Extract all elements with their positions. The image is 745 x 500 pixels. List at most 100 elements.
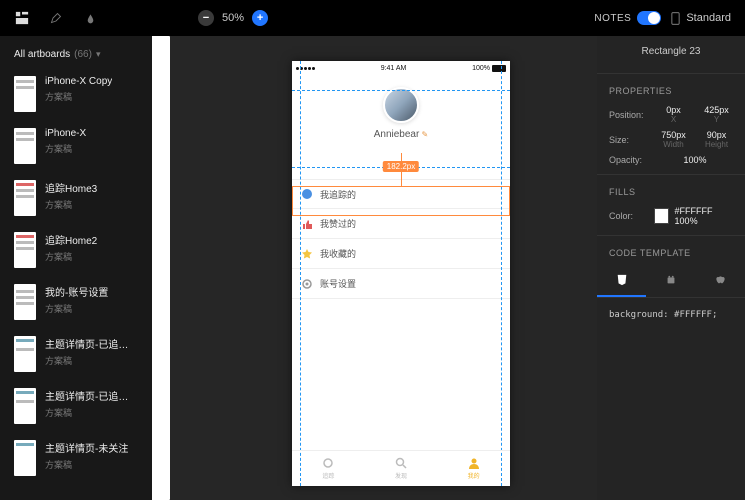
- measure-badge: 182.2px: [383, 161, 419, 172]
- artboard-subtitle: 方案稿: [45, 142, 86, 155]
- device-selector[interactable]: Standard: [671, 12, 731, 25]
- code-output[interactable]: background: #FFFFFF;: [597, 302, 745, 328]
- artboard-thumb: [14, 440, 36, 476]
- artboard-subtitle: 方案稿: [45, 302, 108, 315]
- color-row: Color: #FFFFFF 100%: [597, 203, 745, 229]
- artboard-item[interactable]: 主题详情页-已追踪-推送方案稿: [0, 382, 152, 434]
- artboard-title: 我的-账号设置: [45, 284, 108, 299]
- size-w[interactable]: 750pxWidth: [657, 130, 690, 149]
- size-label: Size:: [609, 135, 651, 145]
- size-row: Size: 750pxWidth 90pxHeight: [597, 127, 745, 152]
- menu-label: 我赞过的: [320, 217, 356, 230]
- tab: 发现: [365, 451, 438, 486]
- zoom-controls: − 50% +: [198, 10, 268, 26]
- artboard-title: 主题详情页-未关注: [45, 440, 128, 455]
- menu-row: 我收藏的: [292, 239, 510, 269]
- adjacent-artboard: [152, 36, 170, 500]
- sidebar-header-title: All artboards: [14, 49, 70, 60]
- zoom-out-button[interactable]: −: [198, 10, 214, 26]
- statusbar: 9:41 AM 100%: [292, 61, 510, 75]
- color-value[interactable]: #FFFFFF 100%: [675, 206, 733, 226]
- selection-rect: [292, 186, 510, 216]
- android-tab[interactable]: [646, 268, 695, 297]
- layout-icon[interactable]: [14, 10, 30, 26]
- color-label: Color:: [609, 211, 648, 221]
- menu-label: 账号设置: [320, 277, 356, 290]
- css-tab[interactable]: [597, 268, 646, 297]
- droplet-icon[interactable]: [82, 10, 98, 26]
- opacity-row: Opacity: 100%: [597, 152, 745, 168]
- artboard-thumb: [14, 128, 36, 164]
- tab-icon: [322, 457, 334, 469]
- artboard-count: (66): [74, 49, 92, 60]
- topbar-left: [14, 10, 98, 26]
- artboard-thumb: [14, 284, 36, 320]
- guide-v: [300, 61, 301, 486]
- sidebar: All artboards (66) ▾ iPhone-X Copy 方案稿 iP…: [0, 36, 152, 500]
- pen-icon[interactable]: [48, 10, 64, 26]
- position-x[interactable]: 0pxX: [657, 105, 690, 124]
- color-swatch[interactable]: [654, 208, 669, 224]
- artboard-subtitle: 方案稿: [45, 250, 97, 263]
- main: All artboards (66) ▾ iPhone-X Copy 方案稿 iP…: [0, 36, 745, 500]
- position-row: Position: 0pxX 425pxY: [597, 102, 745, 127]
- artboard-subtitle: 方案稿: [45, 198, 97, 211]
- artboard-item[interactable]: 主题详情页-已追踪-已推送方案稿: [0, 330, 152, 382]
- artboard-title: 追踪Home3: [45, 180, 97, 195]
- profile-section: Anniebear: [292, 75, 510, 146]
- zoom-level: 50%: [222, 12, 244, 24]
- ios-tab[interactable]: [696, 268, 745, 297]
- artboard-subtitle: 方案稿: [45, 458, 128, 471]
- css-icon: [616, 274, 628, 286]
- artboard[interactable]: 9:41 AM 100% Anniebear 182.2px 我追踪的 我赞过的: [292, 61, 510, 486]
- menu-row: 账号设置: [292, 269, 510, 299]
- username: Anniebear: [292, 129, 510, 140]
- size-h[interactable]: 90pxHeight: [700, 130, 733, 149]
- position-label: Position:: [609, 110, 651, 120]
- topbar-right: NOTES Standard: [594, 11, 731, 25]
- chevron-down-icon: ▾: [96, 49, 101, 60]
- artboard-subtitle: 方案稿: [45, 354, 138, 367]
- tab-icon: [468, 457, 480, 469]
- artboard-title: iPhone-X Copy: [45, 76, 112, 87]
- topbar: − 50% + NOTES Standard: [0, 0, 745, 36]
- canvas[interactable]: 9:41 AM 100% Anniebear 182.2px 我追踪的 我赞过的: [152, 36, 597, 500]
- artboard-item[interactable]: iPhone-X 方案稿: [0, 122, 152, 174]
- artboard-item[interactable]: 我的-账号设置方案稿: [0, 278, 152, 330]
- star-icon: [302, 249, 312, 259]
- notes-toggle[interactable]: NOTES: [594, 11, 661, 25]
- avatar: [383, 87, 419, 123]
- device-label: Standard: [686, 12, 731, 24]
- artboard-subtitle: 方案稿: [45, 90, 112, 103]
- notes-label: NOTES: [594, 13, 631, 24]
- toggle-switch[interactable]: [637, 11, 661, 25]
- artboard-item[interactable]: iPhone-X Copy 方案稿: [0, 70, 152, 122]
- guide-v: [501, 61, 502, 486]
- fills-heading: FILLS: [597, 181, 745, 203]
- tab-label: 追踪: [322, 471, 334, 480]
- properties-heading: PROPERTIES: [597, 80, 745, 102]
- zoom-in-button[interactable]: +: [252, 10, 268, 26]
- sidebar-header[interactable]: All artboards (66) ▾: [0, 36, 152, 70]
- guide-h: [292, 90, 510, 91]
- position-y[interactable]: 425pxY: [700, 105, 733, 124]
- battery-icon: [492, 65, 506, 72]
- artboard-title: iPhone-X: [45, 128, 86, 139]
- tab-label: 我的: [468, 471, 480, 480]
- opacity-value[interactable]: 100%: [657, 155, 733, 165]
- menu-label: 我收藏的: [320, 247, 356, 260]
- artboard-thumb: [14, 388, 36, 424]
- signal-icon: [296, 67, 315, 70]
- artboard-thumb: [14, 336, 36, 372]
- artboard-thumb: [14, 180, 36, 216]
- artboard-title: 主题详情页-已追踪-已推送: [45, 336, 138, 351]
- code-tabs: [597, 268, 745, 298]
- artboard-item[interactable]: 追踪Home3 方案稿: [0, 174, 152, 226]
- artboard-subtitle: 方案稿: [45, 406, 138, 419]
- phone-icon: [671, 12, 680, 25]
- artboard-list[interactable]: iPhone-X Copy方案稿 iPhone-X方案稿 追踪Home3方案稿 …: [0, 70, 152, 500]
- tab: 追踪: [292, 451, 365, 486]
- artboard-item[interactable]: 主题详情页-未关注方案稿: [0, 434, 152, 486]
- artboard-item[interactable]: 追踪Home2方案稿: [0, 226, 152, 278]
- inspector: Rectangle 23 PROPERTIES Position: 0pxX 4…: [597, 36, 745, 500]
